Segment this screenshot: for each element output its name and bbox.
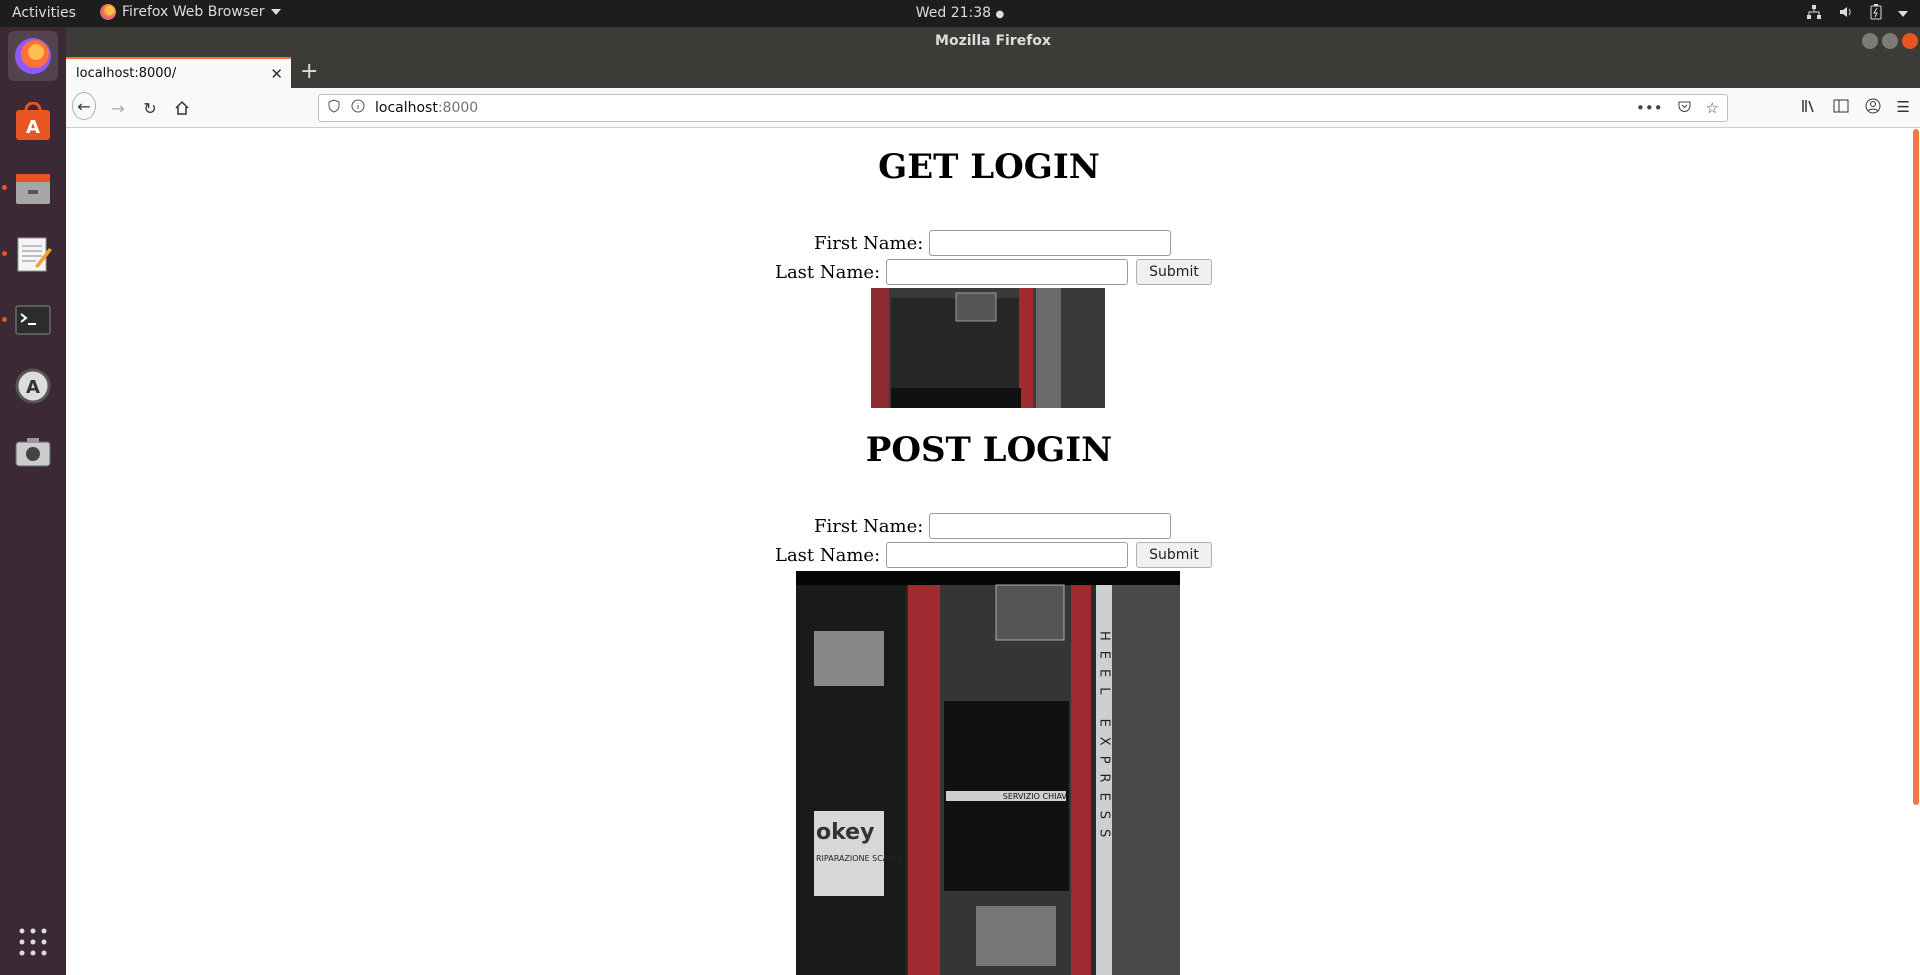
library-icon[interactable] (1801, 98, 1817, 118)
dock-software-updater[interactable]: A (8, 361, 58, 411)
sidebar-icon[interactable] (1833, 98, 1849, 118)
get-last-name-row: Last Name: Submit (775, 259, 1212, 285)
app-grid-icon (19, 928, 47, 956)
files-icon (16, 174, 50, 204)
photo-poster-sub: RIPARAZIONE SCARPE (816, 854, 904, 863)
url-bar[interactable]: localhost:8000 ••• ☆ (318, 94, 1728, 122)
forward-button[interactable]: → (106, 96, 130, 120)
volume-icon[interactable] (1838, 4, 1854, 24)
photo-shop-sign: SERVIZIO CHIAVI (1003, 792, 1070, 801)
system-menu-chevron-icon[interactable] (1898, 11, 1908, 17)
shield-icon[interactable] (327, 99, 341, 117)
post-last-name-input[interactable] (886, 542, 1129, 568)
tab-bar: localhost:8000/ ✕ + (66, 55, 1920, 88)
close-window-icon[interactable] (1902, 33, 1918, 49)
window-title: Mozilla Firefox (935, 33, 1051, 49)
tab-localhost[interactable]: localhost:8000/ ✕ (66, 57, 291, 88)
dock-show-applications[interactable] (8, 917, 58, 967)
screenshot-icon (15, 438, 51, 467)
post-submit-button[interactable]: Submit (1136, 542, 1212, 568)
storefront-photo-small (871, 288, 1105, 408)
minimize-icon[interactable] (1862, 33, 1878, 49)
get-last-name-label: Last Name: (775, 261, 881, 283)
dock-software-store[interactable]: A (8, 97, 58, 147)
system-top-bar: Activities Firefox Web Browser Wed 21:38… (0, 0, 1920, 27)
bookmark-star-icon[interactable]: ☆ (1706, 99, 1719, 118)
reload-icon: ↻ (143, 98, 157, 118)
software-updater-icon: A (15, 368, 51, 404)
software-store-icon: A (16, 102, 50, 140)
storefront-image: SERVIZIO CHIAVI okey RIPARAZIONE SCARPE … (796, 571, 1180, 975)
maximize-icon[interactable] (1882, 33, 1898, 49)
post-login-heading: POST LOGIN (865, 430, 1113, 470)
text-editor-icon (17, 237, 52, 272)
dock-text-editor[interactable] (8, 229, 58, 279)
network-icon[interactable] (1806, 4, 1822, 24)
navigation-toolbar: ← → ↻ localhost:8000 ••• ☆ ☰ (66, 88, 1920, 128)
post-last-name-row: Last Name: Submit (775, 542, 1212, 568)
url-host: localhost (375, 100, 438, 116)
url-text[interactable]: localhost:8000 (375, 100, 478, 116)
back-button[interactable]: ← (72, 92, 96, 120)
dock: A A (0, 27, 66, 975)
scrollbar-thumb[interactable] (1913, 129, 1919, 805)
app-menu[interactable]: Firefox Web Browser (100, 4, 281, 20)
clock[interactable]: Wed 21:38 (916, 5, 991, 21)
window-titlebar[interactable]: Mozilla Firefox (66, 27, 1920, 55)
svg-text:A: A (26, 117, 40, 138)
photo-vertical-sign: HEEL EXPRESS (1097, 631, 1112, 847)
page-scrollbar[interactable] (1912, 129, 1920, 975)
storefront-photo-large: SERVIZIO CHIAVI okey RIPARAZIONE SCARPE … (796, 571, 1180, 975)
get-submit-button[interactable]: Submit (1136, 259, 1212, 285)
svg-text:A: A (26, 377, 40, 398)
hamburger-menu-icon[interactable]: ☰ (1897, 98, 1910, 118)
running-indicator (2, 251, 7, 256)
running-indicator (2, 317, 7, 322)
get-first-name-row: First Name: (814, 230, 1172, 256)
home-icon (175, 100, 189, 115)
dock-screenshot[interactable] (8, 427, 58, 477)
dock-files[interactable] (8, 163, 58, 213)
arrow-left-icon: ← (77, 96, 91, 116)
close-tab-icon[interactable]: ✕ (270, 65, 283, 83)
dock-firefox[interactable] (8, 31, 58, 81)
get-first-name-label: First Name: (814, 232, 924, 254)
reload-button[interactable]: ↻ (138, 96, 162, 120)
new-tab-icon[interactable]: + (300, 59, 318, 84)
home-button[interactable] (170, 96, 194, 120)
battery-icon[interactable] (1870, 4, 1882, 24)
storefront-image (871, 288, 1105, 408)
url-port: :8000 (437, 100, 479, 116)
get-last-name-input[interactable] (886, 259, 1129, 285)
post-first-name-input[interactable] (929, 513, 1172, 539)
get-login-heading: GET LOGIN (878, 147, 1100, 187)
page-actions-icon[interactable]: ••• (1636, 99, 1663, 118)
info-icon[interactable] (351, 99, 365, 117)
pocket-icon[interactable] (1677, 99, 1692, 118)
post-last-name-label: Last Name: (775, 544, 881, 566)
activities-button[interactable]: Activities (12, 5, 76, 21)
account-icon[interactable] (1865, 98, 1881, 118)
running-indicator (2, 185, 7, 190)
system-tray[interactable] (1806, 4, 1908, 24)
firefox-icon (15, 38, 51, 74)
terminal-icon (15, 305, 51, 335)
post-first-name-label: First Name: (814, 515, 924, 537)
get-first-name-input[interactable] (929, 230, 1172, 256)
chevron-down-icon (270, 9, 281, 15)
page-content: GET LOGIN First Name: Last Name: Submit … (66, 129, 1912, 975)
photo-poster-brand: okey (816, 820, 874, 845)
arrow-right-icon: → (111, 98, 125, 118)
app-menu-label: Firefox Web Browser (122, 4, 265, 20)
tab-label: localhost:8000/ (76, 66, 177, 81)
firefox-icon (100, 4, 116, 20)
dock-terminal[interactable] (8, 295, 58, 345)
post-first-name-row: First Name: (814, 513, 1172, 539)
